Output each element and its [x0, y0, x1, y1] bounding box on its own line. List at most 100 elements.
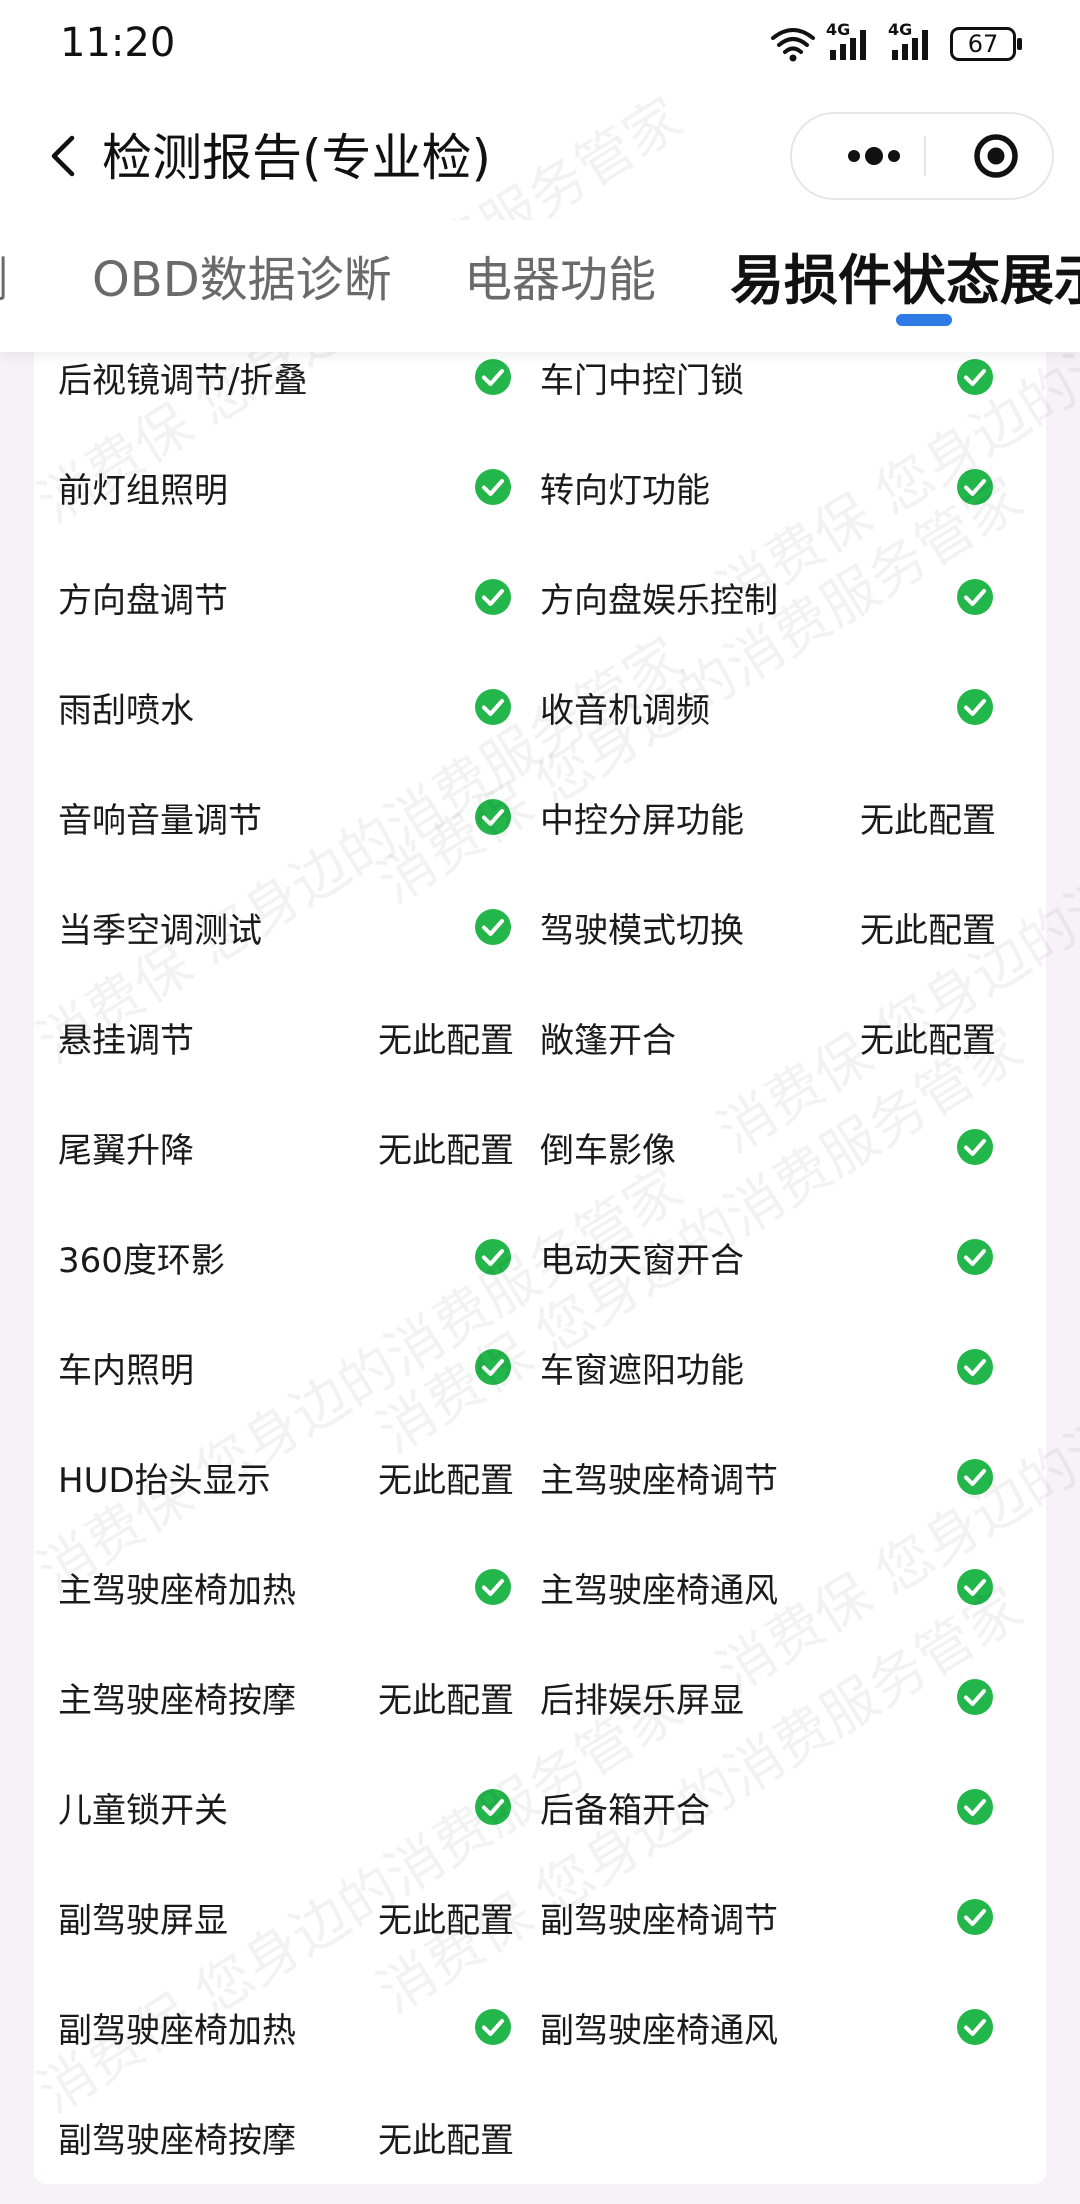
check-item-label: 360度环影	[58, 1240, 225, 1281]
capsule-divider	[924, 136, 926, 176]
check-passed-icon	[474, 1568, 514, 1606]
back-icon[interactable]	[40, 126, 88, 186]
check-item: 主驾驶座椅调节	[516, 1422, 998, 1532]
check-item: 副驾驶座椅通风	[516, 1972, 998, 2082]
check-item-label: 电动天窗开合	[540, 1240, 744, 1281]
check-item-value: 无此配置	[860, 800, 996, 841]
check-row: 方向盘调节 方向盘娱乐控制	[34, 542, 1046, 652]
check-passed-icon	[956, 688, 996, 726]
function-check-card: 后视镜调节/折叠 车门中控门锁 前灯组照明 转向灯功能 方向盘调节 方向盘娱乐控制 雨刮喷水…	[34, 352, 1046, 2184]
check-row: 副驾驶座椅按摩 无此配置	[34, 2082, 1046, 2192]
check-row: 悬挂调节 无此配置 敞篷开合 无此配置	[34, 982, 1046, 1092]
nav-bar: 检测报告(专业检)	[0, 92, 1080, 220]
check-passed-icon	[956, 468, 996, 506]
tab-partial[interactable]: 测	[0, 240, 8, 310]
status-time: 11:20	[60, 20, 176, 66]
check-item: 悬挂调节 无此配置	[34, 982, 516, 1092]
check-row: 前灯组照明 转向灯功能	[34, 432, 1046, 542]
check-item-label: HUD抬头显示	[58, 1460, 271, 1501]
check-item-label: 后备箱开合	[540, 1790, 710, 1831]
check-row: 音响音量调节 中控分屏功能 无此配置	[34, 762, 1046, 872]
check-passed-icon	[474, 578, 514, 616]
check-item: 收音机调频	[516, 652, 998, 762]
check-item: 副驾驶座椅按摩 无此配置	[34, 2082, 516, 2192]
check-item-label: 收音机调频	[540, 690, 710, 731]
check-item: 后视镜调节/折叠	[34, 352, 516, 432]
check-passed-icon	[956, 578, 996, 616]
check-item-label: 后排娱乐屏显	[540, 1680, 744, 1721]
check-item: 车门中控门锁	[516, 352, 998, 432]
more-icon[interactable]	[824, 114, 920, 198]
check-item: 雨刮喷水	[34, 652, 516, 762]
check-row: 当季空调测试 驾驶模式切换 无此配置	[34, 872, 1046, 982]
check-row: 儿童锁开关 后备箱开合	[34, 1752, 1046, 1862]
check-item-label: 倒车影像	[540, 1130, 676, 1171]
check-item-label: 副驾驶座椅按摩	[58, 2120, 296, 2161]
check-row: 雨刮喷水 收音机调频	[34, 652, 1046, 762]
check-item-label: 驾驶模式切换	[540, 910, 744, 951]
check-row: 副驾驶座椅加热 副驾驶座椅通风	[34, 1972, 1046, 2082]
check-item-value: 无此配置	[860, 1020, 996, 1061]
check-item: 驾驶模式切换 无此配置	[516, 872, 998, 982]
check-passed-icon	[956, 1128, 996, 1166]
check-item: HUD抬头显示 无此配置	[34, 1422, 516, 1532]
check-item-value: 无此配置	[860, 910, 996, 951]
check-passed-icon	[474, 688, 514, 726]
check-item: 倒车影像	[516, 1092, 998, 1202]
content-area[interactable]: 后视镜调节/折叠 车门中控门锁 前灯组照明 转向灯功能 方向盘调节 方向盘娱乐控制 雨刮喷水…	[0, 352, 1080, 2204]
check-row: 主驾驶座椅加热 主驾驶座椅通风	[34, 1532, 1046, 1642]
check-passed-icon	[956, 358, 996, 396]
check-item	[516, 2082, 998, 2192]
check-item: 副驾驶屏显 无此配置	[34, 1862, 516, 1972]
check-item: 主驾驶座椅加热	[34, 1532, 516, 1642]
check-item: 后排娱乐屏显	[516, 1642, 998, 1752]
check-item-label: 主驾驶座椅按摩	[58, 1680, 296, 1721]
check-item-label: 敞篷开合	[540, 1020, 676, 1061]
status-icons: 4G 4G 67	[770, 20, 1022, 64]
page-title: 检测报告(专业检)	[102, 129, 492, 187]
check-item-label: 悬挂调节	[58, 1020, 194, 1061]
check-row: 360度环影 电动天窗开合	[34, 1202, 1046, 1312]
check-item-value: 无此配置	[378, 1680, 514, 1721]
check-item-label: 中控分屏功能	[540, 800, 744, 841]
check-item: 转向灯功能	[516, 432, 998, 542]
check-passed-icon	[474, 1348, 514, 1386]
check-item: 尾翼升降 无此配置	[34, 1092, 516, 1202]
check-item: 副驾驶座椅加热	[34, 1972, 516, 2082]
tab-wear-parts-status[interactable]: 易损件状态展示	[730, 236, 1080, 315]
check-item-label: 雨刮喷水	[58, 690, 194, 731]
function-check-grid: 后视镜调节/折叠 车门中控门锁 前灯组照明 转向灯功能 方向盘调节 方向盘娱乐控制 雨刮喷水…	[34, 352, 1046, 2192]
check-item-label: 副驾驶座椅调节	[540, 1900, 778, 1941]
check-item-label: 主驾驶座椅调节	[540, 1460, 778, 1501]
signal-icon-1: 4G	[826, 20, 878, 64]
check-item: 后备箱开合	[516, 1752, 998, 1862]
check-item: 主驾驶座椅按摩 无此配置	[34, 1642, 516, 1752]
check-row: HUD抬头显示 无此配置 主驾驶座椅调节	[34, 1422, 1046, 1532]
check-item: 360度环影	[34, 1202, 516, 1312]
check-item-value: 无此配置	[378, 2120, 514, 2161]
check-item-label: 转向灯功能	[540, 470, 710, 511]
check-passed-icon	[956, 1238, 996, 1276]
check-item-label: 方向盘调节	[58, 580, 228, 621]
check-passed-icon	[956, 2008, 996, 2046]
tab-obd-diagnosis[interactable]: OBD数据诊断	[92, 240, 392, 310]
check-row: 车内照明 车窗遮阳功能	[34, 1312, 1046, 1422]
battery-level: 67	[967, 30, 999, 58]
check-item-label: 副驾驶座椅加热	[58, 2010, 296, 2051]
check-item-label: 副驾驶屏显	[58, 1900, 228, 1941]
wifi-icon	[771, 28, 815, 62]
check-item: 儿童锁开关	[34, 1752, 516, 1862]
check-item: 方向盘调节	[34, 542, 516, 652]
check-item-label: 音响音量调节	[58, 800, 262, 841]
check-item-label: 后视镜调节/折叠	[58, 360, 308, 401]
close-mini-program-icon[interactable]	[956, 114, 1036, 198]
check-passed-icon	[474, 908, 514, 946]
check-passed-icon	[474, 1788, 514, 1826]
tab-bar: 测 OBD数据诊断 电器功能 易损件状态展示	[0, 220, 1080, 352]
check-item-label: 主驾驶座椅通风	[540, 1570, 778, 1611]
check-item-label: 儿童锁开关	[58, 1790, 228, 1831]
check-passed-icon	[956, 1898, 996, 1936]
tab-electrical-functions[interactable]: 电器功能	[464, 240, 656, 310]
check-item: 方向盘娱乐控制	[516, 542, 998, 652]
check-item-label: 车门中控门锁	[540, 360, 744, 401]
